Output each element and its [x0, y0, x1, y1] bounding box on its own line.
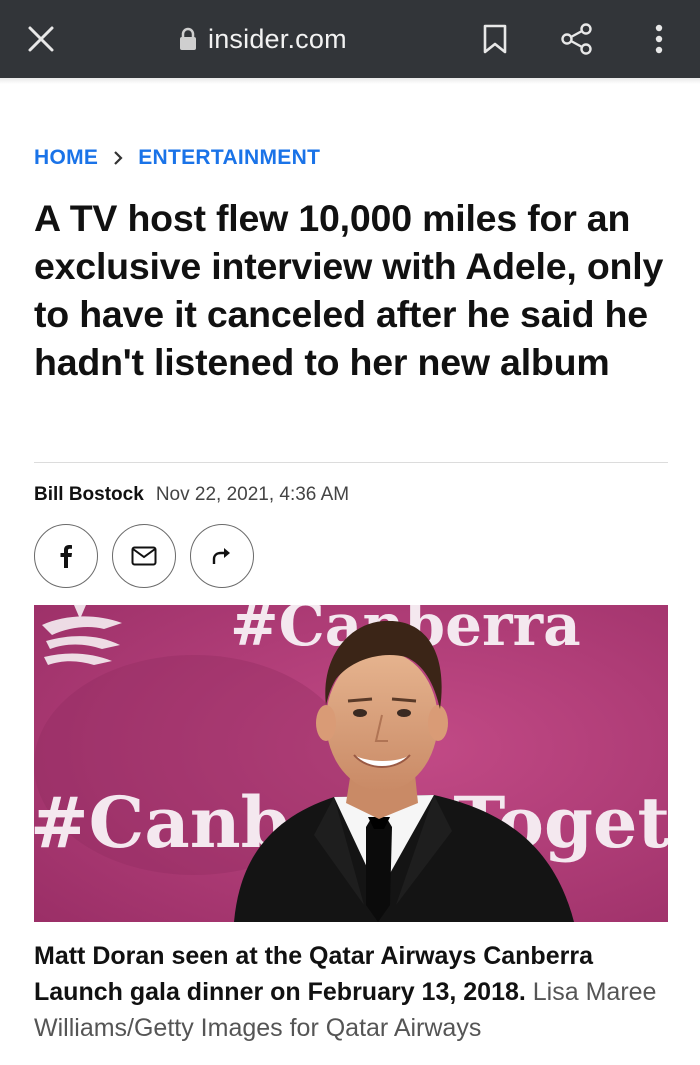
email-share-button[interactable]: [112, 524, 176, 588]
facebook-share-button[interactable]: [34, 524, 98, 588]
breadcrumb-section-link[interactable]: ENTERTAINMENT: [138, 146, 320, 170]
mail-icon: [131, 546, 157, 566]
facebook-icon: [60, 545, 72, 568]
share-icon: [561, 23, 592, 55]
byline: Bill Bostock Nov 22, 2021, 4:36 AM: [34, 484, 349, 506]
image-caption: Matt Doran seen at the Qatar Airways Can…: [34, 938, 668, 1046]
share-page-button[interactable]: [552, 14, 602, 64]
address-bar[interactable]: insider.com: [178, 20, 347, 58]
share-arrow-icon: [212, 548, 230, 564]
browser-toolbar: insider.com: [0, 0, 700, 78]
toolbar-shadow: [0, 78, 700, 84]
url-text: insider.com: [208, 23, 347, 54]
lock-icon: [180, 27, 196, 50]
byline-divider: [34, 462, 668, 463]
overflow-menu-button[interactable]: [634, 14, 684, 64]
author-name[interactable]: Bill Bostock: [34, 484, 144, 506]
close-icon: [28, 26, 54, 52]
more-vert-icon: [655, 24, 663, 54]
hero-photo-svg: #Canberra #CanberraTogether: [34, 605, 668, 922]
bookmark-button[interactable]: [470, 14, 520, 64]
close-tab-button[interactable]: [16, 14, 66, 64]
chevron-right-icon: [114, 151, 123, 165]
share-buttons: [34, 524, 254, 588]
article-hero-image[interactable]: #Canberra #CanberraTogether: [34, 605, 668, 922]
publish-date: Nov 22, 2021, 4:36 AM: [155, 484, 350, 505]
breadcrumb: HOME ENTERTAINMENT: [34, 146, 320, 170]
more-share-button[interactable]: [190, 524, 254, 588]
bookmark-icon: [483, 24, 507, 54]
caption-text: Matt Doran seen at the Qatar Airways Can…: [34, 942, 593, 1006]
breadcrumb-home-link[interactable]: HOME: [34, 146, 98, 170]
article-headline: A TV host flew 10,000 miles for an exclu…: [34, 197, 664, 383]
